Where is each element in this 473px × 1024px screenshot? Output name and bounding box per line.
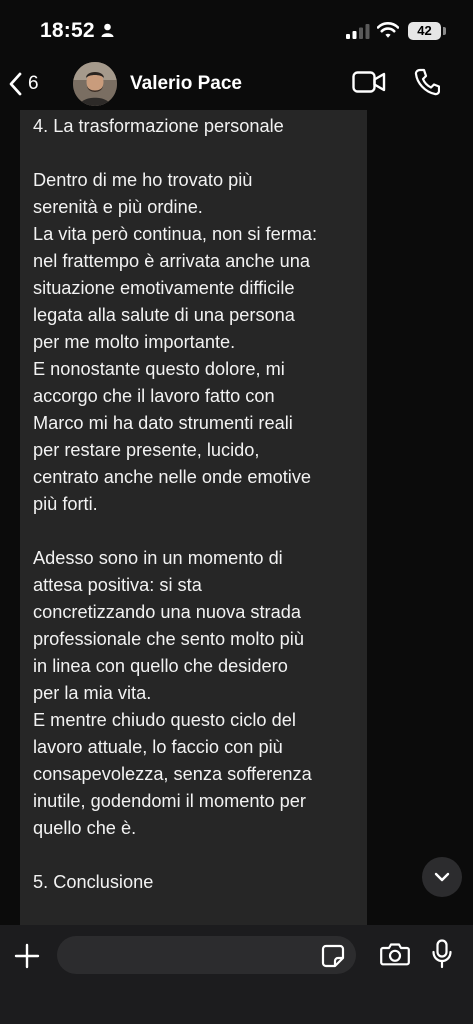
- message-list[interactable]: 4. La trasformazione personale Dentro di…: [0, 110, 473, 925]
- battery-tip: [443, 27, 446, 35]
- scroll-to-bottom-button[interactable]: [422, 857, 462, 897]
- avatar[interactable]: [73, 62, 117, 106]
- message-line: professionale che sento molto più: [33, 629, 304, 649]
- microphone-icon[interactable]: [432, 939, 452, 969]
- message-line: per me molto importante.: [33, 332, 236, 352]
- message-line: concretizzando una nuova strada: [33, 602, 301, 622]
- unread-count: 6: [28, 73, 39, 94]
- message-line: accorgo che il lavoro fatto con: [33, 386, 275, 406]
- sticker-icon[interactable]: [321, 944, 345, 968]
- video-camera-icon[interactable]: [352, 70, 386, 94]
- contact-name[interactable]: Valerio Pace: [130, 73, 242, 95]
- message-line: situazione emotivamente difficile: [33, 278, 295, 298]
- chat-screen: 18:52 42 6 Valerio Pace 4. La trasformaz…: [0, 0, 473, 1024]
- chevron-left-icon: [9, 72, 22, 96]
- message-line: in linea con quello che desidero: [33, 656, 288, 676]
- message-line: nel frattempo è arrivata anche una: [33, 251, 311, 271]
- phone-icon[interactable]: [414, 68, 440, 96]
- message-paragraph-heading-4: 4. La trasformazione personale: [33, 113, 363, 140]
- message-line: lavoro attuale, lo faccio con più: [33, 737, 283, 757]
- message-line: più forti.: [33, 494, 98, 514]
- message-line: E nonostante questo dolore, mi: [33, 359, 285, 379]
- signal-icon: [346, 24, 370, 39]
- message-line: inutile, godendomi il momento per: [33, 791, 306, 811]
- message-line: Marco mi ha dato strumenti reali: [33, 413, 293, 433]
- message-line: attesa positiva: si sta: [33, 575, 202, 595]
- message-line: serenità e più ordine.: [33, 197, 203, 217]
- message-paragraph: Adesso sono in un momento di attesa posi…: [33, 545, 363, 842]
- battery-indicator: 42: [408, 22, 441, 40]
- camera-icon[interactable]: [380, 942, 410, 966]
- message-line: Dentro di me ho trovato più: [33, 170, 253, 190]
- message-line: legata alla salute di una persona: [33, 305, 295, 325]
- message-paragraph-heading-5: 5. Conclusione: [33, 869, 363, 896]
- status-time: 18:52: [40, 19, 95, 42]
- message-line: La vita però continua, non si ferma:: [33, 224, 318, 244]
- message-line: quello che è.: [33, 818, 137, 838]
- back-button[interactable]: 6: [8, 62, 58, 106]
- chevron-down-icon: [434, 872, 450, 882]
- composer-bar: [0, 925, 473, 1024]
- message-input-container[interactable]: [57, 936, 356, 976]
- message-line: per la mia vita.: [33, 683, 152, 703]
- message-line: per restare presente, lucido,: [33, 440, 260, 460]
- message-line: E mentre chiudo questo ciclo del: [33, 710, 296, 730]
- chat-header: 6 Valerio Pace: [0, 58, 473, 110]
- message-line: consapevolezza, senza sofferenza: [33, 764, 312, 784]
- plus-icon[interactable]: [14, 943, 40, 969]
- status-bar: 18:52 42: [0, 0, 473, 58]
- message-paragraph: Dentro di me ho trovato più serenità e p…: [33, 167, 363, 518]
- person-icon: [101, 23, 114, 37]
- message-input[interactable]: [71, 936, 315, 976]
- avatar-photo: [73, 62, 117, 106]
- message-line: 4. La trasformazione personale: [33, 116, 284, 136]
- message-line: centrato anche nelle onde emotive: [33, 467, 312, 487]
- message-text: 4. La trasformazione personale Dentro di…: [33, 113, 363, 923]
- message-line: 5. Conclusione: [33, 872, 154, 892]
- message-bubble[interactable]: 4. La trasformazione personale Dentro di…: [20, 110, 367, 925]
- wifi-icon: [377, 22, 399, 38]
- battery-level: 42: [417, 23, 432, 38]
- message-line: Adesso sono in un momento di: [33, 548, 283, 568]
